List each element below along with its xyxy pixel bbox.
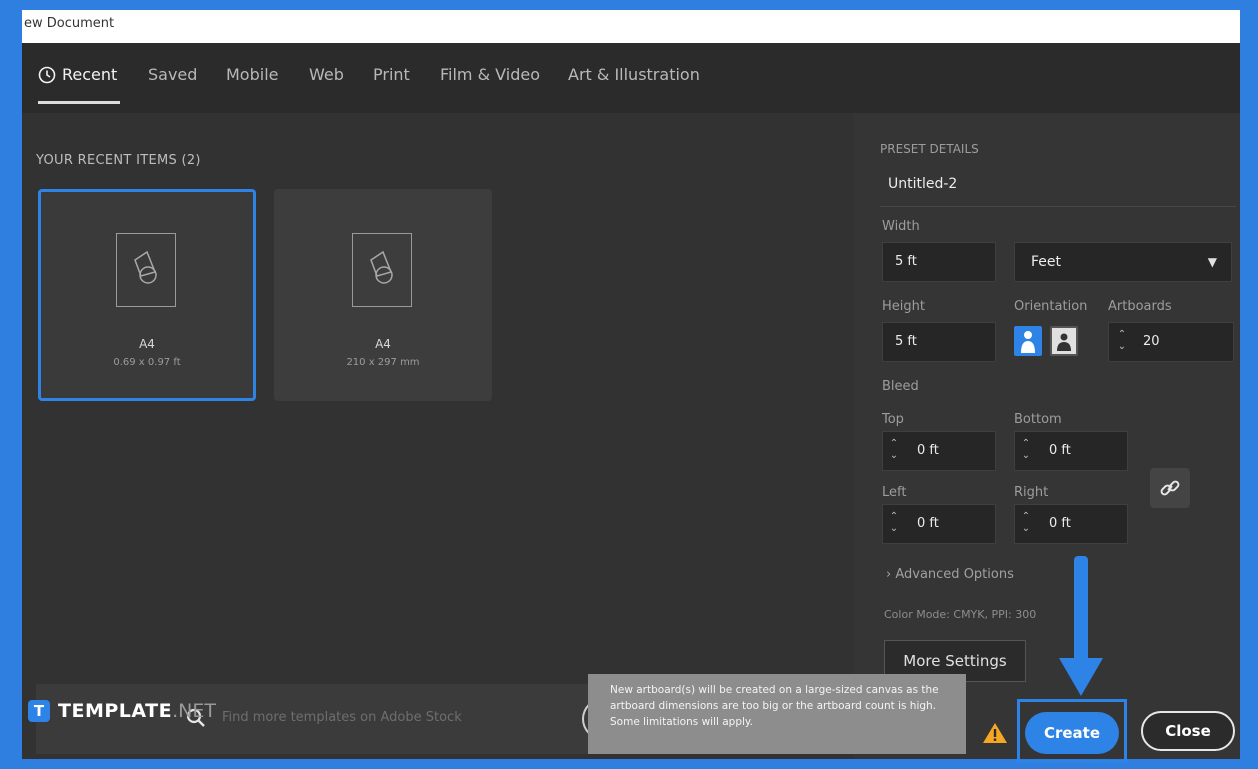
advanced-options-toggle[interactable]: › Advanced Options: [886, 567, 1014, 582]
portrait-orientation-button[interactable]: [1014, 326, 1042, 356]
bleed-left-label: Left: [882, 485, 907, 500]
recent-items-heading: YOUR RECENT ITEMS (2): [36, 153, 201, 168]
bleed-left-value: 0 ft: [917, 516, 939, 531]
bleed-right-stepper-icon[interactable]: ⌃ ⌄: [1019, 511, 1033, 537]
divider: [880, 206, 1236, 207]
window-title: ew Document: [22, 10, 1240, 43]
recent-item-card[interactable]: A4 210 x 297 mm: [274, 189, 492, 401]
document-name-input[interactable]: Untitled-2: [888, 176, 957, 192]
link-icon: [1160, 480, 1180, 496]
bleed-bottom-value: 0 ft: [1049, 443, 1071, 458]
bleed-bottom-stepper-icon[interactable]: ⌃ ⌄: [1019, 438, 1033, 464]
recent-item-title: A4: [139, 337, 155, 351]
width-field[interactable]: 5 ft: [882, 242, 996, 282]
tab-film-video[interactable]: Film & Video: [440, 65, 540, 84]
bleed-left-stepper-icon[interactable]: ⌃ ⌄: [887, 511, 901, 537]
arrow-down-annotation-icon: [1059, 556, 1103, 696]
tab-label: Recent: [62, 65, 118, 84]
landscape-orientation-button[interactable]: [1050, 326, 1078, 356]
preset-details-panel: PRESET DETAILS Untitled-2 Width 5 ft Fee…: [854, 113, 1240, 759]
chevron-down-icon: ▼: [1207, 255, 1217, 269]
search-input[interactable]: Find more templates on Adobe Stock: [222, 710, 462, 725]
bleed-top-stepper-icon[interactable]: ⌃ ⌄: [887, 438, 901, 464]
color-mode-summary: Color Mode: CMYK, PPI: 300: [884, 608, 1037, 621]
height-label: Height: [882, 299, 925, 314]
active-tab-indicator: [38, 101, 120, 104]
bleed-label: Bleed: [882, 379, 919, 394]
bleed-top-label: Top: [882, 412, 904, 427]
bleed-right-value: 0 ft: [1049, 516, 1071, 531]
tab-recent[interactable]: Recent: [38, 65, 117, 84]
advanced-options-label: Advanced Options: [895, 567, 1014, 582]
bleed-bottom-label: Bottom: [1014, 412, 1062, 427]
logo-badge: T: [28, 700, 50, 722]
link-bleed-button[interactable]: [1150, 468, 1190, 508]
artboards-stepper-icon[interactable]: ⌃ ⌄: [1115, 329, 1129, 355]
logo-text: TEMPLATE: [58, 700, 173, 722]
recent-items-pane: YOUR RECENT ITEMS (2) A4 0.69 x 0.97 ft …: [22, 113, 854, 759]
warning-icon: [983, 723, 1007, 743]
recent-item-card[interactable]: A4 0.69 x 0.97 ft: [38, 189, 256, 401]
landscape-icon: [1057, 333, 1071, 351]
chevron-right-icon: ›: [886, 567, 892, 582]
logo-suffix: .NET: [172, 700, 216, 722]
height-field[interactable]: 5 ft: [882, 322, 996, 362]
bleed-right-field[interactable]: ⌃ ⌄ 0 ft: [1014, 504, 1128, 544]
unit-select[interactable]: Feet ▼: [1014, 242, 1232, 282]
artboards-value: 20: [1143, 334, 1160, 349]
bleed-bottom-field[interactable]: ⌃ ⌄ 0 ft: [1014, 431, 1128, 471]
artboards-label: Artboards: [1108, 299, 1172, 314]
recent-item-size: 0.69 x 0.97 ft: [113, 357, 181, 368]
artboard-warning-tooltip: New artboard(s) will be created on a lar…: [588, 674, 966, 754]
bleed-right-label: Right: [1014, 485, 1049, 500]
tab-web[interactable]: Web: [309, 65, 344, 84]
create-button[interactable]: Create: [1025, 712, 1119, 754]
recent-item-title: A4: [375, 337, 391, 351]
bleed-left-field[interactable]: ⌃ ⌄ 0 ft: [882, 504, 996, 544]
artboards-field[interactable]: ⌃ ⌄ 20: [1108, 322, 1234, 362]
tab-art-illustration[interactable]: Art & Illustration: [568, 65, 700, 84]
bleed-top-field[interactable]: ⌃ ⌄ 0 ft: [882, 431, 996, 471]
preset-tabs: Recent Saved Mobile Web Print Film & Vid…: [22, 43, 1240, 113]
watermark-logo: T TEMPLATE.NET: [28, 700, 216, 722]
portrait-icon: [1021, 331, 1035, 353]
recent-item-size: 210 x 297 mm: [346, 357, 420, 368]
document-preset-icon: [116, 233, 176, 307]
unit-value: Feet: [1031, 254, 1062, 270]
bleed-top-value: 0 ft: [917, 443, 939, 458]
orientation-label: Orientation: [1014, 299, 1088, 314]
tab-mobile[interactable]: Mobile: [226, 65, 278, 84]
width-label: Width: [882, 219, 920, 234]
preset-details-heading: PRESET DETAILS: [880, 142, 979, 156]
tab-print[interactable]: Print: [373, 65, 410, 84]
clock-icon: [38, 66, 56, 83]
logo-wordmark: TEMPLATE.NET: [58, 700, 216, 722]
tab-saved[interactable]: Saved: [148, 65, 197, 84]
close-button[interactable]: Close: [1141, 711, 1235, 751]
document-preset-icon: [352, 233, 412, 307]
